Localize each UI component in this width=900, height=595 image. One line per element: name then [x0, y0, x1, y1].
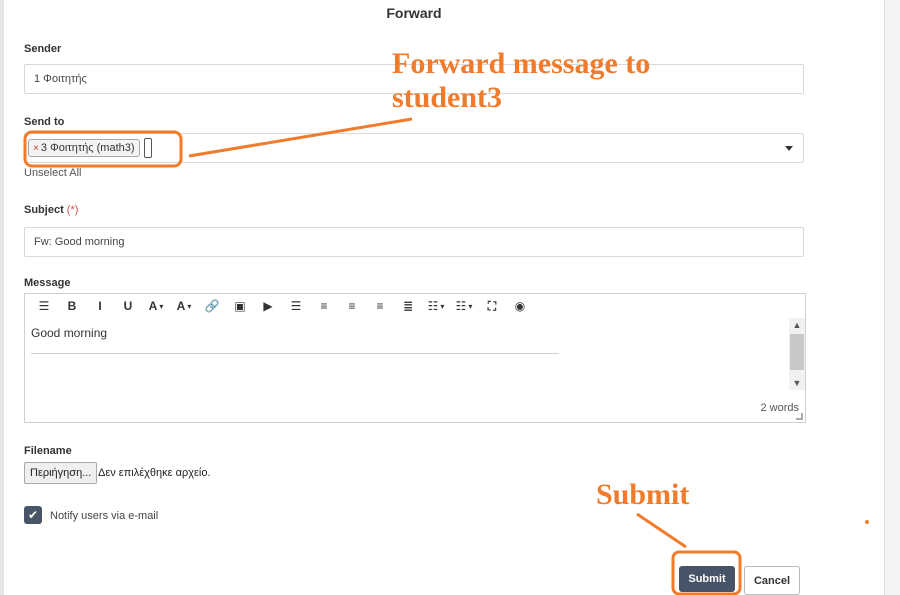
- image-icon[interactable]: ▣: [229, 296, 251, 316]
- browse-button[interactable]: Περιήγηση...: [24, 462, 98, 484]
- page-scrollbar[interactable]: [884, 0, 900, 595]
- modal-title: Forward: [386, 5, 442, 21]
- file-status: Δεν επιλέχθηκε αρχείο.: [98, 467, 211, 479]
- send-to-select[interactable]: × 3 Φοιτητής (math3): [24, 133, 804, 163]
- scroll-thumb[interactable]: [790, 334, 804, 370]
- bullet-list-icon[interactable]: ☷: [425, 296, 447, 316]
- word-count: 2 words: [760, 402, 799, 414]
- align-full-icon[interactable]: ≣: [397, 296, 419, 316]
- sender-label: Sender: [24, 43, 62, 55]
- filename-label: Filename: [24, 445, 72, 457]
- submit-button[interactable]: Submit: [679, 566, 735, 592]
- scroll-down-icon[interactable]: ▼: [789, 376, 805, 390]
- annotation-dot: [865, 520, 869, 524]
- message-editor[interactable]: ☰BIUAA🔗▣▶☰≡≡≡≣☷☷⛶◉ Good morning ▲ ▼ 2 wo…: [24, 293, 806, 423]
- bold-icon[interactable]: B: [61, 296, 83, 316]
- required-mark: (*): [66, 204, 79, 216]
- editor-scrollbar[interactable]: ▲ ▼: [789, 318, 805, 390]
- annotation-submit-note: Submit: [596, 478, 690, 511]
- italic-icon[interactable]: I: [89, 296, 111, 316]
- align-justify-icon[interactable]: ☰: [285, 296, 307, 316]
- text-color-icon[interactable]: A: [145, 296, 167, 316]
- remove-recipient-icon[interactable]: ×: [33, 143, 39, 154]
- subject-input[interactable]: Fw: Good morning: [24, 227, 804, 257]
- subject-label: Subject (*): [24, 204, 78, 216]
- annotation-arrow-submit: [636, 512, 687, 549]
- chevron-down-icon[interactable]: [785, 146, 793, 151]
- send-to-label: Send to: [24, 116, 65, 128]
- numbered-list-icon[interactable]: ☷: [453, 296, 475, 316]
- fullscreen-icon[interactable]: ⛶: [481, 296, 503, 316]
- annotation-forward-note: Forward message to student3: [392, 47, 651, 114]
- checkmark-icon: ✔: [27, 508, 39, 522]
- notify-checkbox[interactable]: ✔: [24, 506, 42, 524]
- scroll-up-icon[interactable]: ▲: [789, 318, 805, 332]
- recipient-chip: × 3 Φοιτητής (math3): [28, 139, 140, 157]
- align-right-icon[interactable]: ≡: [369, 296, 391, 316]
- notify-label: Notify users via e-mail: [50, 510, 159, 522]
- unselect-all-link[interactable]: Unselect All: [24, 167, 81, 179]
- editor-divider: [31, 353, 559, 354]
- link-icon[interactable]: 🔗: [201, 296, 223, 316]
- window-edge-left: [0, 0, 4, 595]
- sender-value: 1 Φοιτητής: [34, 73, 87, 85]
- editor-toolbar: ☰BIUAA🔗▣▶☰≡≡≡≣☷☷⛶◉: [25, 294, 805, 318]
- menu-icon[interactable]: ☰: [33, 296, 55, 316]
- subject-label-text: Subject: [24, 204, 64, 216]
- video-icon[interactable]: ▶: [257, 296, 279, 316]
- message-label: Message: [24, 277, 71, 289]
- underline-icon[interactable]: U: [117, 296, 139, 316]
- recipient-chip-label: 3 Φοιτητής (math3): [40, 142, 135, 154]
- align-left-icon[interactable]: ≡: [313, 296, 335, 316]
- cancel-button[interactable]: Cancel: [744, 566, 800, 595]
- resize-handle-icon[interactable]: [796, 413, 803, 420]
- subject-value: Fw: Good morning: [34, 236, 125, 248]
- align-center-icon[interactable]: ≡: [341, 296, 363, 316]
- recipient-search-input[interactable]: [143, 138, 152, 158]
- message-body[interactable]: Good morning: [31, 326, 107, 340]
- font-size-icon[interactable]: A: [173, 296, 195, 316]
- preview-icon[interactable]: ◉: [509, 296, 531, 316]
